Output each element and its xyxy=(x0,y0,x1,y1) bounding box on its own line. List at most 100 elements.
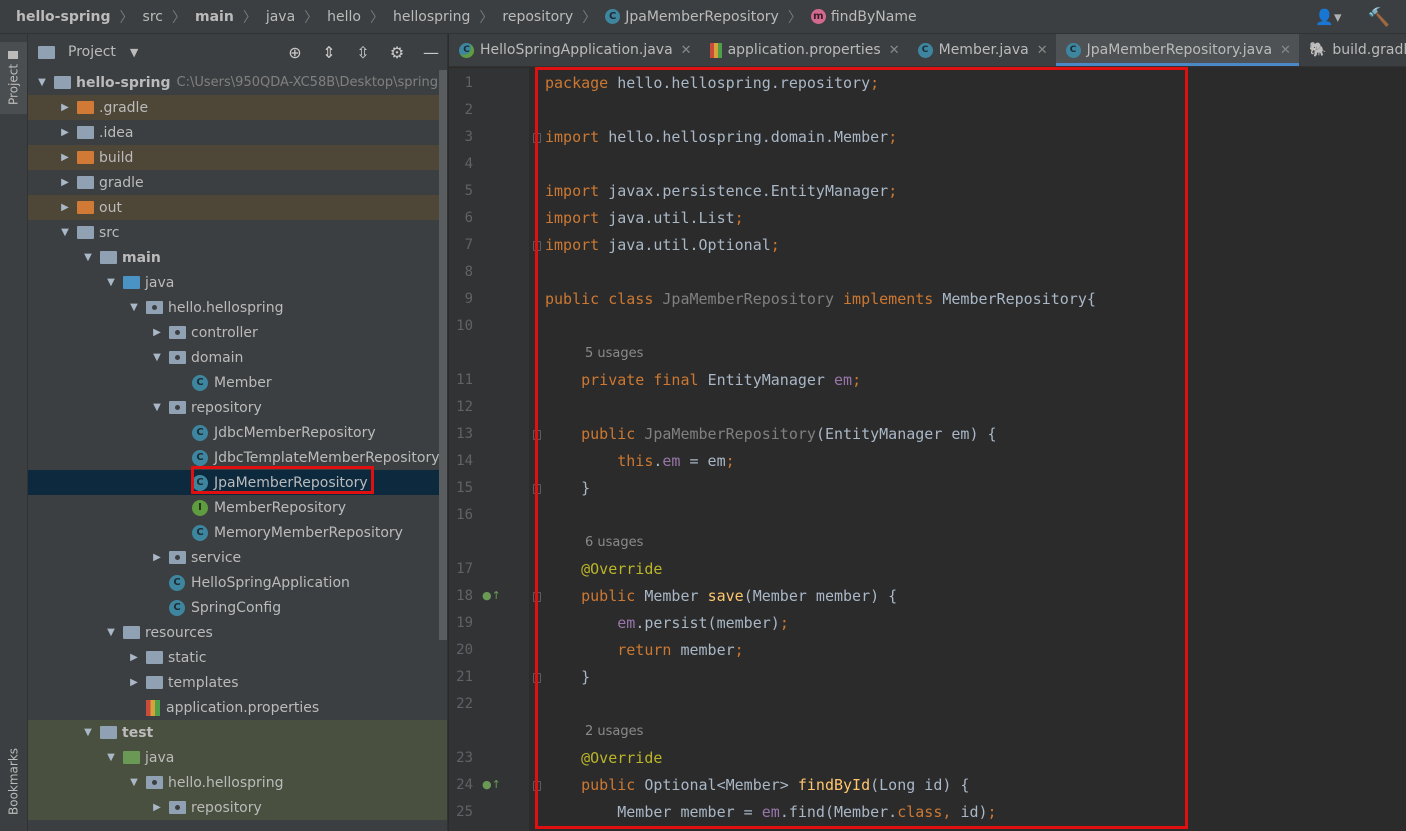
chevron-down-icon[interactable]: ▼ xyxy=(149,402,165,413)
line-number: 12 xyxy=(456,399,473,415)
chevron-down-icon[interactable]: ▼ xyxy=(103,627,119,638)
tree-item[interactable]: ▼ main xyxy=(28,245,447,270)
tree-item[interactable]: ▼ java xyxy=(28,745,447,770)
chevron-right-icon[interactable]: ▶ xyxy=(57,202,73,213)
tree-scrollbar[interactable] xyxy=(439,70,447,640)
breadcrumb-item[interactable]: src xyxy=(143,9,163,25)
tree-item[interactable]: ▶ .gradle xyxy=(28,95,447,120)
chevron-right-icon[interactable]: ▶ xyxy=(149,802,165,813)
tree-item[interactable]: ▼ repository xyxy=(28,395,447,420)
excluded-folder-icon xyxy=(77,151,94,164)
package-icon xyxy=(169,401,186,414)
hide-panel-icon[interactable]: — xyxy=(421,43,441,62)
tree-item-label: src xyxy=(99,224,120,241)
breadcrumb-item[interactable]: hello xyxy=(327,9,361,25)
tree-item[interactable]: application.properties xyxy=(28,695,447,720)
tree-item[interactable]: ▶ service xyxy=(28,545,447,570)
chevron-down-icon[interactable]: ▼ xyxy=(149,352,165,363)
tree-item-label: JdbcTemplateMemberRepository xyxy=(214,449,440,466)
line-number: 11 xyxy=(456,372,473,388)
tree-item[interactable]: I MemberRepository xyxy=(28,495,447,520)
project-panel-title[interactable]: Project xyxy=(68,44,116,60)
chevron-down-icon[interactable]: ▼ xyxy=(126,302,142,313)
breadcrumb-item[interactable]: C JpaMemberRepository xyxy=(605,9,779,25)
tree-item[interactable]: C Member xyxy=(28,370,447,395)
chevron-down-icon[interactable]: ▼ xyxy=(34,77,50,88)
tree-item[interactable]: ▼ java xyxy=(28,270,447,295)
tree-item[interactable]: C JdbcMemberRepository xyxy=(28,420,447,445)
chevron-down-icon[interactable]: ▼ xyxy=(103,752,119,763)
left-tool-strip: Project Bookmarks xyxy=(0,34,28,831)
tree-item[interactable]: ▼ domain xyxy=(28,345,447,370)
implements-method-icon[interactable]: ●↑ xyxy=(482,589,501,602)
tree-item[interactable]: ▼ resources xyxy=(28,620,447,645)
tree-item[interactable]: C HelloSpringApplication xyxy=(28,570,447,595)
editor-tab[interactable]: 🐘 build.gradle (hello-spring) xyxy=(1299,34,1406,66)
editor-tabs: C HelloSpringApplication.java ✕ application… xyxy=(449,34,1406,67)
tree-item-label: java xyxy=(145,749,175,766)
breadcrumb-item[interactable]: java xyxy=(266,9,295,25)
chevron-down-icon[interactable]: ▼ xyxy=(57,227,73,238)
editor-tab[interactable]: C Member.java ✕ xyxy=(908,34,1056,66)
chevron-down-icon[interactable]: ▼ xyxy=(80,727,96,738)
project-tool-tab[interactable]: Project xyxy=(0,42,27,114)
editor-tab[interactable]: C HelloSpringApplication.java ✕ xyxy=(449,34,700,66)
chevron-right-icon[interactable]: ▶ xyxy=(57,102,73,113)
tree-item[interactable]: C SpringConfig xyxy=(28,595,447,620)
user-icon[interactable]: 👤▾ xyxy=(1315,8,1341,26)
tree-item[interactable]: ▶ templates xyxy=(28,670,447,695)
implements-method-icon[interactable]: ●↑ xyxy=(482,778,501,791)
expand-all-icon[interactable]: ⇕ xyxy=(319,43,339,62)
editor-tab[interactable]: C JpaMemberRepository.java ✕ xyxy=(1055,34,1300,66)
tree-item[interactable]: C MemoryMemberRepository xyxy=(28,520,447,545)
gear-icon[interactable]: ⚙ xyxy=(387,43,407,62)
tree-item[interactable]: ▼ hello-spring C:\Users\950QDA-XC58B\Deskt… xyxy=(28,70,447,95)
locate-target-icon[interactable]: ⊕ xyxy=(285,43,305,62)
tree-item[interactable]: ▶ static xyxy=(28,645,447,670)
tree-item[interactable]: ▶ gradle xyxy=(28,170,447,195)
chevron-down-icon[interactable]: ▼ xyxy=(103,277,119,288)
chevron-down-icon[interactable]: ▼ xyxy=(80,252,96,263)
breadcrumb-item[interactable]: repository xyxy=(502,9,573,25)
chevron-right-icon[interactable]: ▶ xyxy=(57,127,73,138)
tree-item[interactable]: ▶ out xyxy=(28,195,447,220)
chevron-down-icon[interactable]: ▼ xyxy=(130,46,138,59)
folder-icon xyxy=(100,251,117,264)
breadcrumb-item[interactable]: main xyxy=(195,9,234,25)
close-icon[interactable]: ✕ xyxy=(889,43,900,58)
line-number: 18 xyxy=(456,588,473,604)
chevron-right-icon[interactable]: ▶ xyxy=(57,177,73,188)
tree-item[interactable]: ▶ .idea xyxy=(28,120,447,145)
tree-item[interactable]: ▶ controller xyxy=(28,320,447,345)
editor-tab-label: HelloSpringApplication.java xyxy=(480,42,673,58)
tree-item[interactable]: ▼ src xyxy=(28,220,447,245)
tree-item[interactable]: ▶ build xyxy=(28,145,447,170)
tree-item[interactable]: ▶ repository xyxy=(28,795,447,820)
chevron-right-icon[interactable]: ▶ xyxy=(57,152,73,163)
tree-item[interactable]: ▼ hello.hellospring xyxy=(28,770,447,795)
chevron-right-icon[interactable]: ▶ xyxy=(126,677,142,688)
folder-icon xyxy=(77,226,94,239)
breadcrumb-item[interactable]: hellospring xyxy=(393,9,470,25)
class-icon: C xyxy=(192,449,208,466)
bookmarks-tool-tab[interactable]: Bookmarks xyxy=(0,742,27,820)
chevron-down-icon[interactable]: ▼ xyxy=(126,777,142,788)
close-icon[interactable]: ✕ xyxy=(681,43,692,58)
chevron-right-icon[interactable]: ▶ xyxy=(149,327,165,338)
tree-item-label: hello.hellospring xyxy=(168,299,284,316)
editor-tab-label: build.gradle (hello-spring) xyxy=(1332,42,1406,58)
editor-tab[interactable]: application.properties ✕ xyxy=(700,34,908,66)
tree-item[interactable]: ▼ test xyxy=(28,720,447,745)
chevron-right-icon[interactable]: ▶ xyxy=(149,552,165,563)
chevron-right-icon[interactable]: ▶ xyxy=(126,652,142,663)
line-number: 20 xyxy=(456,642,473,658)
collapse-all-icon[interactable]: ⇳ xyxy=(353,43,373,62)
close-icon[interactable]: ✕ xyxy=(1280,43,1291,58)
tree-item-label: service xyxy=(191,549,242,566)
tree-item[interactable]: ▼ hello.hellospring xyxy=(28,295,447,320)
highlight-box xyxy=(535,67,1188,829)
breadcrumb-item[interactable]: hello-spring xyxy=(16,9,111,25)
breadcrumb-item[interactable]: m findByName xyxy=(810,9,917,25)
close-icon[interactable]: ✕ xyxy=(1037,43,1048,58)
build-hammer-icon[interactable]: 🔨 xyxy=(1368,7,1390,28)
